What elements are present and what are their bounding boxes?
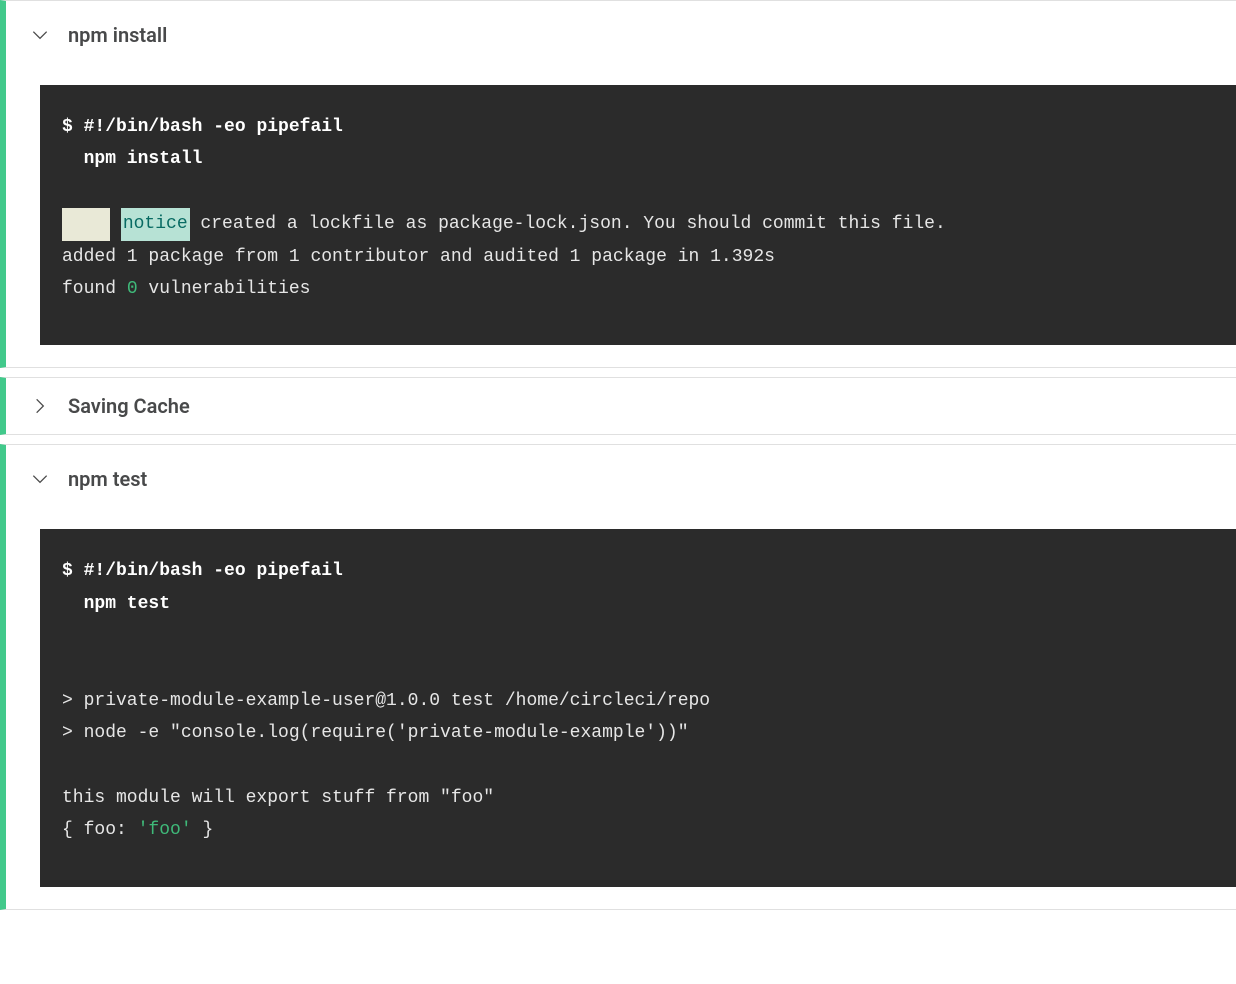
terminal-text: this module will export stuff from "foo"	[62, 788, 494, 808]
step-header-npm-test[interactable]: npm test	[6, 445, 1236, 497]
step-header-npm-install[interactable]: npm install	[6, 1, 1236, 53]
step-title: npm install	[68, 23, 167, 47]
step-title: Saving Cache	[68, 394, 190, 418]
terminal-command: npm test	[62, 594, 170, 614]
terminal-number: 0	[127, 279, 138, 299]
terminal-output-npm-install: $ #!/bin/bash -eo pipefail npm install n…	[40, 85, 1236, 345]
terminal-shebang: #!/bin/bash -eo pipefail	[84, 117, 343, 137]
notice-tag: notice	[121, 208, 190, 240]
terminal-text: found	[62, 279, 127, 299]
terminal-text: > node -e "console.log(require('private-…	[62, 723, 689, 743]
terminal-shebang: #!/bin/bash -eo pipefail	[84, 561, 343, 581]
step-header-saving-cache[interactable]: Saving Cache	[6, 378, 1236, 434]
terminal-prompt: $	[62, 561, 84, 581]
terminal-text: created a lockfile as package-lock.json.…	[190, 214, 946, 234]
step-title: npm test	[68, 467, 147, 491]
terminal-text: added 1 package from 1 contributor and a…	[62, 247, 775, 267]
chevron-down-icon	[30, 25, 50, 45]
terminal-command: npm install	[62, 149, 202, 169]
step-saving-cache: Saving Cache	[0, 377, 1236, 435]
terminal-output-npm-test: $ #!/bin/bash -eo pipefail npm test > pr…	[40, 529, 1236, 887]
terminal-prompt: $	[62, 117, 84, 137]
terminal-text: vulnerabilities	[138, 279, 311, 299]
step-npm-install: npm install $ #!/bin/bash -eo pipefail n…	[0, 0, 1236, 368]
terminal-value: 'foo'	[138, 820, 192, 840]
chevron-right-icon	[30, 396, 50, 416]
terminal-text: }	[192, 820, 214, 840]
terminal-text: > private-module-example-user@1.0.0 test…	[62, 691, 710, 711]
terminal-text: { foo:	[62, 820, 138, 840]
step-npm-test: npm test $ #!/bin/bash -eo pipefail npm …	[0, 444, 1236, 910]
npm-hidden-tag: npm	[62, 208, 110, 240]
chevron-down-icon	[30, 469, 50, 489]
